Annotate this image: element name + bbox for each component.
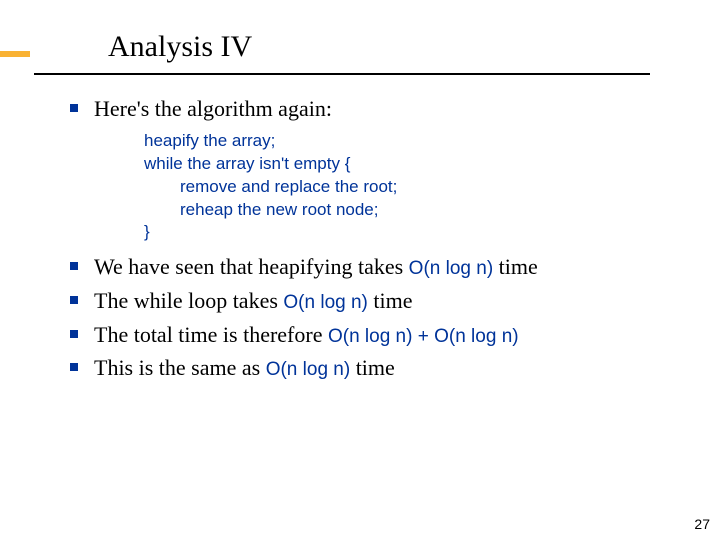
- bullet-text: This is the same as O(n log n) time: [94, 353, 395, 383]
- text-fragment: The while loop takes: [94, 288, 283, 313]
- code-line: while the array isn't empty {: [144, 153, 690, 176]
- bullet-item: Here's the algorithm again:: [70, 94, 690, 124]
- code-inline: O(n log n): [328, 326, 412, 347]
- code-inline: O(n log n): [266, 359, 350, 380]
- code-inline: O(n log n): [409, 258, 493, 279]
- bullet-item: This is the same as O(n log n) time: [70, 353, 690, 383]
- text-fragment: time: [350, 355, 395, 380]
- code-inline: O(n log n): [283, 292, 367, 313]
- text-fragment: We have seen that heapifying takes: [94, 254, 409, 279]
- bullet-text: The while loop takes O(n log n) time: [94, 286, 413, 316]
- code-line: }: [144, 221, 690, 244]
- bullet-text: Here's the algorithm again:: [94, 94, 332, 124]
- text-fragment: +: [412, 326, 434, 347]
- slide-title: Analysis IV: [108, 30, 252, 64]
- text-fragment: This is the same as: [94, 355, 266, 380]
- text-fragment: time: [493, 254, 538, 279]
- bullet-item: The while loop takes O(n log n) time: [70, 286, 690, 316]
- bullet-square-icon: [70, 330, 78, 338]
- code-line: remove and replace the root;: [144, 176, 690, 199]
- code-line: heapify the array;: [144, 130, 690, 153]
- code-line: reheap the new root node;: [144, 199, 690, 222]
- code-block: heapify the array; while the array isn't…: [144, 130, 690, 245]
- bullet-text: The total time is therefore O(n log n) +…: [94, 320, 519, 350]
- bullet-item: We have seen that heapifying takes O(n l…: [70, 252, 690, 282]
- text-fragment: The total time is therefore: [94, 322, 328, 347]
- text-fragment: time: [368, 288, 413, 313]
- bullet-text: We have seen that heapifying takes O(n l…: [94, 252, 538, 282]
- title-underline: [34, 73, 650, 75]
- page-number: 27: [694, 516, 710, 532]
- bullet-square-icon: [70, 296, 78, 304]
- accent-bar: [0, 51, 30, 57]
- bullet-square-icon: [70, 363, 78, 371]
- bullet-item: The total time is therefore O(n log n) +…: [70, 320, 690, 350]
- slide: Analysis IV Here's the algorithm again: …: [0, 0, 720, 540]
- body-content: Here's the algorithm again: heapify the …: [70, 94, 690, 387]
- bullet-square-icon: [70, 262, 78, 270]
- bullet-square-icon: [70, 104, 78, 112]
- code-inline: O(n log n): [434, 326, 518, 347]
